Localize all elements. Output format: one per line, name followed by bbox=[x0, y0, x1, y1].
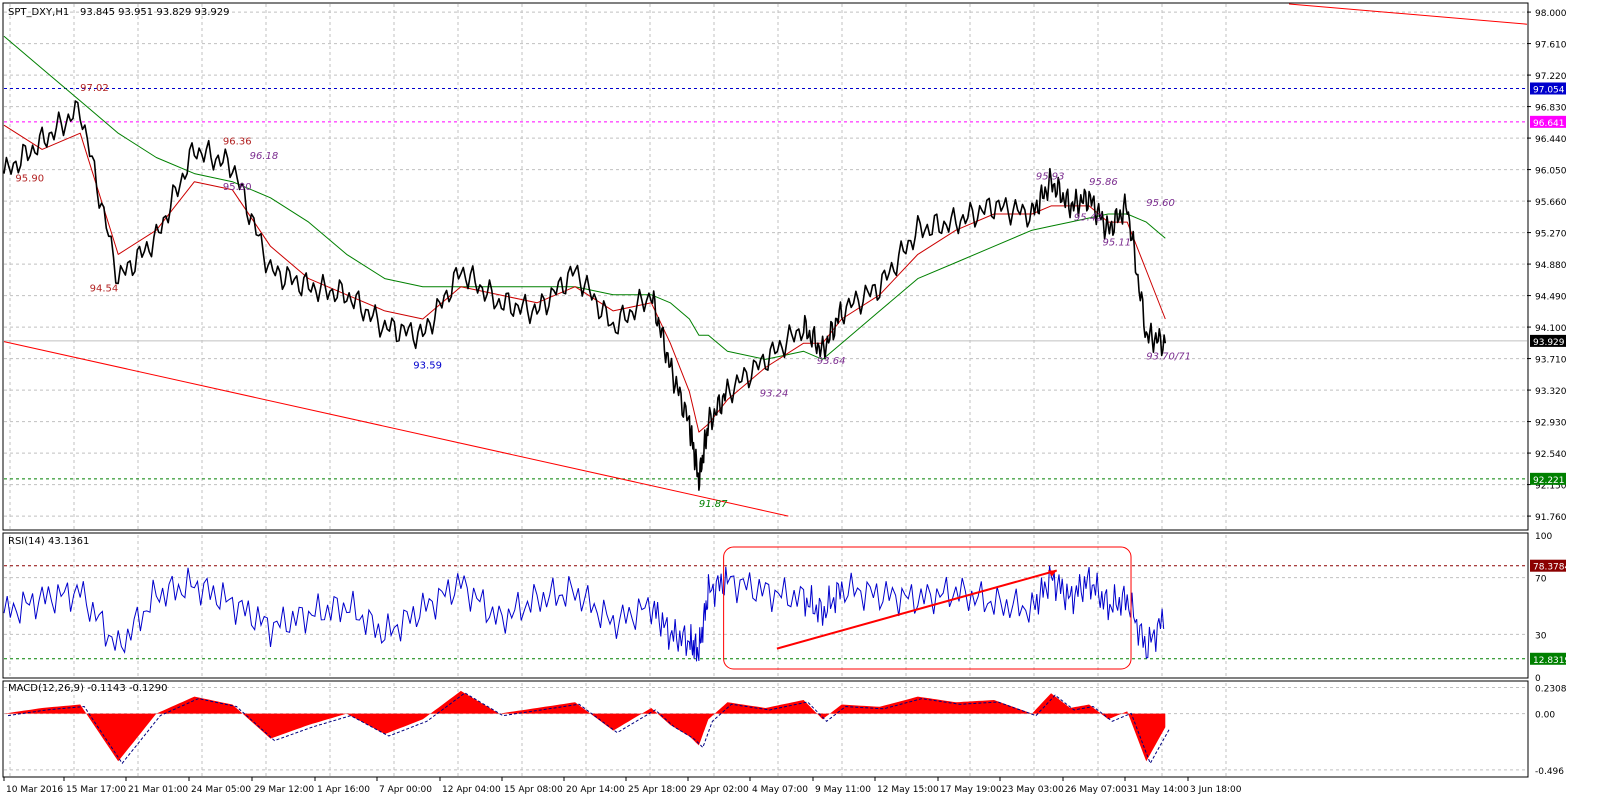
price-annotation: 93.64 bbox=[817, 356, 846, 367]
price-annotation: 96.36 bbox=[223, 137, 252, 148]
price-tick-label: 92.930 bbox=[1535, 419, 1567, 429]
rsi-tag-label: 78.3784 bbox=[1533, 563, 1570, 573]
chart-ohlc-label: 93.845 93.951 93.829 93.929 bbox=[80, 7, 230, 18]
rsi-tick-label: 30 bbox=[1535, 631, 1547, 641]
chart-symbol-label: SPT_DXY,H1 bbox=[8, 7, 69, 18]
price-tick-label: 91.760 bbox=[1535, 513, 1567, 523]
time-tick-label: 4 May 07:00 bbox=[752, 785, 808, 795]
chart-window: 97.02 96.36 96.18 95.90 95.80 94.54 93.59 91.87… bbox=[0, 0, 1607, 795]
price-tag-label: 97.054 bbox=[1533, 85, 1565, 95]
price-annotation: 95.80 bbox=[223, 182, 252, 193]
macd-label: MACD(12,26,9) -0.1143 -0.1290 bbox=[8, 683, 168, 694]
rsi-tick-label: 0 bbox=[1535, 674, 1541, 684]
price-tick-label: 92.540 bbox=[1535, 450, 1567, 460]
price-annotation: 95.90 bbox=[15, 174, 44, 185]
time-tick-label: 31 May 14:00 bbox=[1127, 785, 1189, 795]
time-tick-label: 12 May 15:00 bbox=[877, 785, 939, 795]
price-annotation: 97.02 bbox=[80, 83, 109, 94]
price-tick-label: 93.320 bbox=[1535, 387, 1567, 397]
rsi-tick-label: 70 bbox=[1535, 575, 1547, 585]
time-tick-label: 29 Mar 12:00 bbox=[254, 785, 314, 795]
price-annotation: 93.24 bbox=[760, 389, 789, 400]
price-tag-label: 93.929 bbox=[1533, 338, 1565, 348]
time-tick-label: 25 Apr 18:00 bbox=[628, 785, 687, 795]
rsi-label: RSI(14) 43.1361 bbox=[8, 536, 89, 547]
price-tick-label: 94.100 bbox=[1535, 324, 1567, 334]
time-tick-label: 9 May 11:00 bbox=[815, 785, 871, 795]
time-tick-label: 17 May 19:00 bbox=[940, 785, 1002, 795]
price-tag-label: 92.221 bbox=[1533, 476, 1565, 486]
price-tag-label: 96.641 bbox=[1533, 119, 1565, 129]
price-tick-label: 97.610 bbox=[1535, 41, 1567, 51]
time-tick-label: 12 Apr 04:00 bbox=[442, 785, 501, 795]
time-tick-label: 23 May 03:00 bbox=[1002, 785, 1064, 795]
price-tick-label: 94.490 bbox=[1535, 293, 1567, 303]
price-annotation: 96.18 bbox=[250, 151, 279, 162]
time-tick-label: 10 Mar 2016 bbox=[6, 785, 63, 795]
time-tick-label: 7 Apr 00:00 bbox=[379, 785, 432, 795]
price-tick-label: 98.000 bbox=[1535, 9, 1567, 19]
time-tick-label: 29 Apr 02:00 bbox=[690, 785, 749, 795]
price-annotation: 93.59 bbox=[413, 360, 442, 371]
price-annotation: 94.54 bbox=[90, 284, 119, 295]
price-annotation: 93.70/71 bbox=[1146, 351, 1191, 362]
price-tick-label: 97.220 bbox=[1535, 72, 1567, 82]
time-tick-label: 24 Mar 05:00 bbox=[191, 785, 251, 795]
time-tick-label: 3 Jun 18:00 bbox=[1190, 785, 1242, 795]
time-tick-label: 20 Apr 14:00 bbox=[566, 785, 625, 795]
macd-tick-label: 0.2308 bbox=[1535, 684, 1567, 694]
price-tick-label: 94.880 bbox=[1535, 261, 1567, 271]
price-annotation: 95.60 bbox=[1146, 198, 1175, 209]
price-tick-label: 93.710 bbox=[1535, 356, 1567, 366]
price-tick-label: 95.270 bbox=[1535, 230, 1567, 240]
price-annotation: 95.93 bbox=[1036, 171, 1065, 182]
price-tick-label: 96.830 bbox=[1535, 104, 1567, 114]
time-tick-label: 21 Mar 01:00 bbox=[128, 785, 188, 795]
price-tick-label: 95.660 bbox=[1535, 198, 1567, 208]
price-annotation: 95.42 bbox=[1074, 212, 1103, 223]
macd-tick-label: -0.496 bbox=[1535, 767, 1564, 777]
rsi-tag-label: 12.8319 bbox=[1533, 656, 1570, 666]
time-tick-label: 1 Apr 16:00 bbox=[317, 785, 370, 795]
macd-tick-label: 0.00 bbox=[1535, 711, 1555, 721]
time-tick-label: 26 May 07:00 bbox=[1065, 785, 1127, 795]
price-tick-label: 96.050 bbox=[1535, 167, 1567, 177]
price-tick-label: 96.440 bbox=[1535, 135, 1567, 145]
time-tick-label: 15 Mar 17:00 bbox=[66, 785, 126, 795]
rsi-tick-label: 100 bbox=[1535, 532, 1552, 542]
price-annotation: 95.11 bbox=[1102, 238, 1131, 249]
price-annotation: 95.86 bbox=[1089, 177, 1118, 188]
time-tick-label: 15 Apr 08:00 bbox=[504, 785, 563, 795]
price-annotation: 91.87 bbox=[699, 499, 728, 510]
